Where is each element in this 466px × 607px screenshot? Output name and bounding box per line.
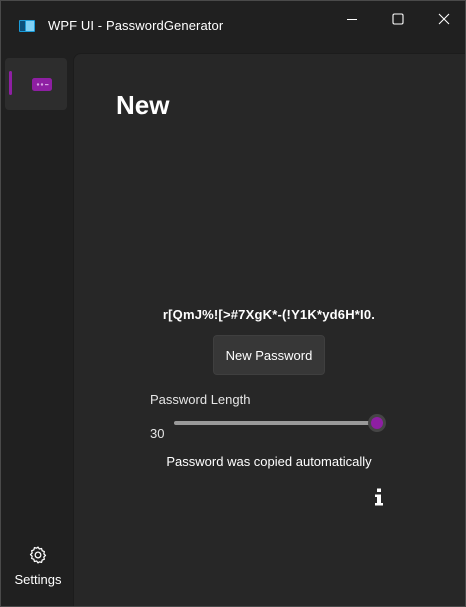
app-window: WPF UI - PasswordGenerator Settings New … <box>0 0 466 607</box>
gear-icon <box>29 546 47 564</box>
close-icon <box>438 13 450 25</box>
maximize-button[interactable] <box>375 1 421 37</box>
app-icon <box>19 20 35 32</box>
page-title: New <box>116 90 170 120</box>
slider-track <box>174 421 377 425</box>
password-length-value: 30 <box>150 426 165 441</box>
minimize-button[interactable] <box>329 1 375 37</box>
selection-indicator <box>9 71 12 95</box>
close-button[interactable] <box>421 1 466 37</box>
maximize-icon <box>392 13 404 25</box>
password-length-label: Password Length <box>150 392 251 407</box>
settings-label: Settings <box>14 572 62 587</box>
minimize-icon <box>347 19 357 20</box>
navigation-pane: Settings <box>1 53 73 606</box>
window-title: WPF UI - PasswordGenerator <box>48 18 224 33</box>
nav-item-settings[interactable]: Settings <box>5 541 69 597</box>
password-icon <box>32 78 52 91</box>
title-bar[interactable]: WPF UI - PasswordGenerator <box>1 1 465 53</box>
info-icon[interactable] <box>372 488 386 506</box>
generated-password: r[QmJ%![>#7XgK*-(!Y1K*yd6H*I0. <box>162 307 376 322</box>
main-content: New r[QmJ%![>#7XgK*-(!Y1K*yd6H*I0. New P… <box>73 53 465 606</box>
password-length-slider[interactable] <box>174 412 388 434</box>
slider-thumb-fill <box>371 417 383 429</box>
slider-thumb[interactable] <box>368 414 386 432</box>
nav-item-password-generator[interactable] <box>5 58 67 110</box>
new-password-button[interactable]: New Password <box>213 335 325 375</box>
copied-notice: Password was copied automatically <box>166 454 372 469</box>
